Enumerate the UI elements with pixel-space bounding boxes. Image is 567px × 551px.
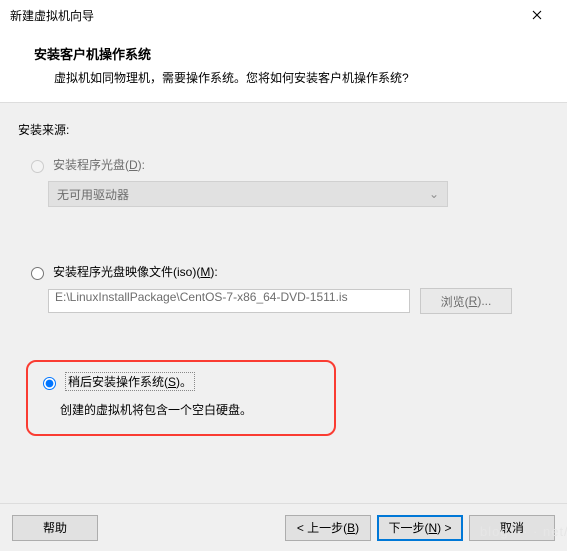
header-title: 安装客户机操作系统 <box>34 44 543 63</box>
close-button[interactable] <box>514 1 559 29</box>
install-later-hint: 创建的虚拟机将包含一个空白硬盘。 <box>38 401 322 418</box>
help-button[interactable]: 帮助 <box>12 515 98 541</box>
browse-button: 浏览(R)... <box>420 288 512 314</box>
wizard-footer: 帮助 < 上一步(B) 下一步(N) > 取消 <box>0 503 567 551</box>
next-button[interactable]: 下一步(N) > <box>377 515 463 541</box>
source-label: 安装来源: <box>18 121 549 138</box>
drive-combo: 无可用驱动器 ⌄ <box>48 181 448 207</box>
close-icon <box>532 10 542 20</box>
radio-install-later[interactable] <box>43 377 56 390</box>
titlebar: 新建虚拟机向导 <box>0 0 567 30</box>
drive-combo-text: 无可用驱动器 <box>57 186 129 203</box>
wizard-header: 安装客户机操作系统 虚拟机如同物理机，需要操作系统。您将如何安装客户机操作系统? <box>0 30 567 103</box>
cancel-button[interactable]: 取消 <box>469 515 555 541</box>
window-title: 新建虚拟机向导 <box>10 7 514 24</box>
header-subtitle: 虚拟机如同物理机，需要操作系统。您将如何安装客户机操作系统? <box>34 69 543 86</box>
iso-path-input: E:\LinuxInstallPackage\CentOS-7-x86_64-D… <box>48 289 410 313</box>
wizard-body: 安装来源: 安装程序光盘(D): 无可用驱动器 ⌄ 安装程序光盘映像文件(iso… <box>0 103 567 510</box>
option-installer-disc: 安装程序光盘(D): 无可用驱动器 ⌄ <box>26 156 549 207</box>
option-install-later-highlight: 稍后安装操作系统(S)。 创建的虚拟机将包含一个空白硬盘。 <box>26 360 336 436</box>
radio-installer-disc-label: 安装程序光盘(D): <box>53 156 145 173</box>
radio-install-later-label[interactable]: 稍后安装操作系统(S)。 <box>65 372 195 391</box>
radio-iso-file[interactable] <box>31 267 44 280</box>
chevron-down-icon: ⌄ <box>429 187 439 201</box>
radio-installer-disc <box>31 160 44 173</box>
option-iso-file: 安装程序光盘映像文件(iso)(M): E:\LinuxInstallPacka… <box>26 263 549 314</box>
back-button[interactable]: < 上一步(B) <box>285 515 371 541</box>
radio-iso-file-label[interactable]: 安装程序光盘映像文件(iso)(M): <box>53 263 218 280</box>
